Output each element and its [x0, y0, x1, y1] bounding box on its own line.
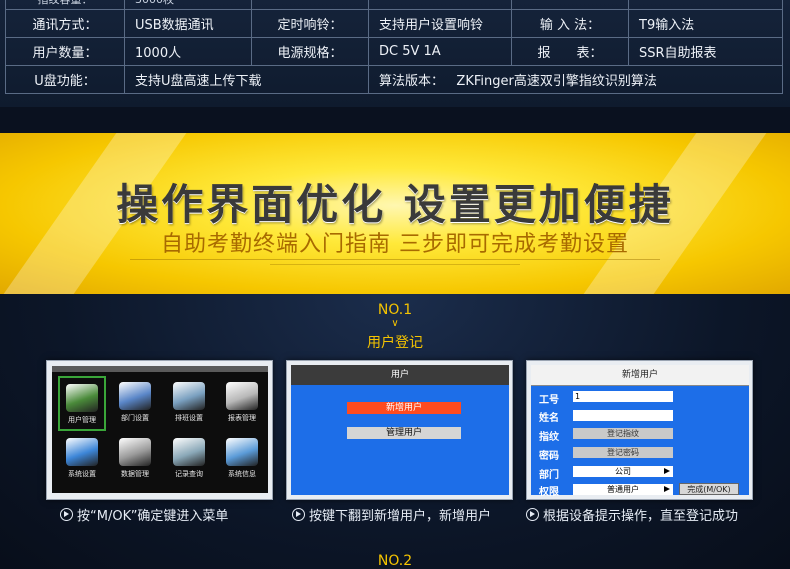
menu-icon-tile: 部门设置	[111, 376, 159, 431]
device-screen: 用户 新增用户 管理用户	[291, 365, 509, 495]
spec-key: 定时响铃：	[251, 9, 369, 38]
field-label-name: 姓名	[539, 413, 559, 424]
field-label-role: 权限	[539, 487, 559, 498]
triangle-right-icon	[664, 486, 670, 492]
play-arrow-icon	[526, 508, 539, 521]
menu-icon-label: 用户管理	[68, 416, 96, 424]
caption-step2: 按键下翻到新增用户，新增用户	[292, 505, 491, 524]
spec-value: 支持U盘高速上传下载	[124, 65, 369, 94]
spec-value: DC 5V 1A	[368, 37, 512, 66]
spec-key	[511, 0, 629, 10]
caption-text: 按键下翻到新增用户，新增用户	[309, 509, 492, 524]
screenshot-user-menu: 用户 新增用户 管理用户	[286, 360, 513, 500]
spec-value: 3000枚	[124, 0, 252, 10]
spec-value: 1000人	[124, 37, 252, 66]
menu-icon-label: 系统设置	[68, 470, 96, 478]
spec-key: 通讯方式：	[5, 9, 125, 38]
menu-icon-tile: 用户管理	[58, 376, 106, 431]
banner-divider	[270, 264, 520, 265]
spec-key	[251, 0, 369, 10]
spec-key: U盘功能：	[5, 65, 125, 94]
record-search-icon	[173, 438, 205, 466]
caption-step3: 根据设备提示操作，直至登记成功	[526, 505, 738, 524]
play-arrow-icon	[60, 508, 73, 521]
menu-item-manage-user: 管理用户	[347, 427, 461, 439]
menu-icon-label: 记录查询	[175, 470, 203, 478]
play-arrow-icon	[292, 508, 305, 521]
spec-value-algorithm: 算法版本： ZKFinger高速双引擎指纹识别算法	[368, 65, 783, 94]
schedule-icon	[173, 382, 205, 410]
enroll-fingerprint-button: 登记指纹	[573, 428, 673, 439]
spec-row: 通讯方式： USB数据通讯 定时响铃： 支持用户设置响铃 输 入 法： T9输入…	[5, 9, 783, 38]
field-label-password: 密码	[539, 451, 559, 462]
screen-topbar	[52, 366, 268, 372]
step-number: NO.2	[377, 553, 413, 569]
role-select: 普通用户	[573, 484, 673, 495]
role-value: 普通用户	[607, 485, 639, 494]
caption-text: 根据设备提示操作，直至登记成功	[543, 509, 739, 524]
menu-icon-tile: 记录查询	[165, 432, 213, 487]
spec-value	[368, 0, 512, 10]
menu-icon-tile: 报表管理	[218, 376, 266, 431]
caption-step1: 按“M/OK”确定键进入菜单	[60, 505, 228, 524]
spec-value: ZKFinger高速双引擎指纹识别算法	[456, 74, 657, 89]
banner-subtitle: 自助考勤终端入门指南 三步即可完成考勤设置	[161, 232, 629, 257]
field-label-department: 部门	[539, 470, 559, 481]
menu-icon-tile: 排班设置	[165, 376, 213, 431]
spec-table: 指纹容量： 3000枚 通讯方式： USB数据通讯 定时响铃： 支持用户设置响铃…	[5, 0, 783, 94]
screenshot-new-user-form: 新增用户 工号 1 姓名 指纹 登记指纹 密码 登记密码 部门 公司 权限 普通…	[526, 360, 753, 500]
menu-icon-tile: 系统设置	[58, 432, 106, 487]
banner-title: 操作界面优化 设置更加便捷	[116, 180, 674, 229]
spec-value: USB数据通讯	[124, 9, 252, 38]
screenshot-main-menu: 用户管理 部门设置 排班设置 报表管理系统设置 数据管理 记录查询 系统信息	[46, 360, 273, 500]
device-screen: 用户管理 部门设置 排班设置 报表管理系统设置 数据管理 记录查询 系统信息	[52, 366, 268, 493]
spec-table-section: 指纹容量： 3000枚 通讯方式： USB数据通讯 定时响铃： 支持用户设置响铃…	[0, 0, 790, 107]
spec-key: 算法版本：	[379, 74, 445, 89]
spec-key: 指纹容量：	[5, 0, 125, 10]
report-icon	[226, 382, 258, 410]
screen-title: 用户	[291, 365, 509, 385]
menu-icon-tile: 数据管理	[111, 432, 159, 487]
department-value: 公司	[615, 467, 631, 476]
caption-text: 按“M/OK”确定键进入菜单	[77, 509, 229, 524]
menu-icon-label: 报表管理	[228, 414, 256, 422]
system-settings-icon	[66, 438, 98, 466]
spec-key: 用户数量：	[5, 37, 125, 66]
menu-icon-tile: 系统信息	[218, 432, 266, 487]
spec-value	[628, 0, 783, 10]
system-info-icon	[226, 438, 258, 466]
spec-value: 支持用户设置响铃	[368, 9, 512, 38]
done-button: 完成(M/OK)	[679, 483, 739, 495]
promo-banner: 操作界面优化 设置更加便捷 自助考勤终端入门指南 三步即可完成考勤设置	[0, 133, 790, 294]
triangle-right-icon	[664, 468, 670, 474]
field-label-fingerprint: 指纹	[539, 432, 559, 443]
chevron-down-icon: ∨	[391, 318, 399, 329]
id-field: 1	[573, 391, 673, 402]
database-icon	[119, 438, 151, 466]
menu-item-add-user: 新增用户	[347, 402, 461, 414]
step-number: NO.1	[377, 302, 413, 318]
enroll-password-button: 登记密码	[573, 447, 673, 458]
spec-key: 电源规格：	[251, 37, 369, 66]
department-icon	[119, 382, 151, 410]
spec-key: 输 入 法：	[511, 9, 629, 38]
field-label-id: 工号	[539, 395, 559, 406]
menu-icon-label: 数据管理	[121, 470, 149, 478]
menu-icon-label: 系统信息	[228, 470, 256, 478]
menu-icon-label: 排班设置	[175, 414, 203, 422]
spec-key: 报 表：	[511, 37, 629, 66]
spec-value: SSR自助报表	[628, 37, 783, 66]
spec-row: U盘功能： 支持U盘高速上传下载 算法版本： ZKFinger高速双引擎指纹识别…	[5, 65, 783, 94]
department-select: 公司	[573, 466, 673, 477]
user-add-icon	[66, 384, 98, 412]
device-screen: 新增用户 工号 1 姓名 指纹 登记指纹 密码 登记密码 部门 公司 权限 普通…	[531, 365, 749, 498]
menu-icon-label: 部门设置	[121, 414, 149, 422]
spec-row: 用户数量： 1000人 电源规格： DC 5V 1A 报 表： SSR自助报表	[5, 37, 783, 66]
spec-value: T9输入法	[628, 9, 783, 38]
spec-row-partial: 指纹容量： 3000枚	[5, 0, 783, 10]
banner-divider	[130, 259, 660, 260]
step-title: 用户登记	[367, 335, 423, 351]
screen-title: 新增用户	[531, 365, 749, 386]
name-field	[573, 410, 673, 421]
